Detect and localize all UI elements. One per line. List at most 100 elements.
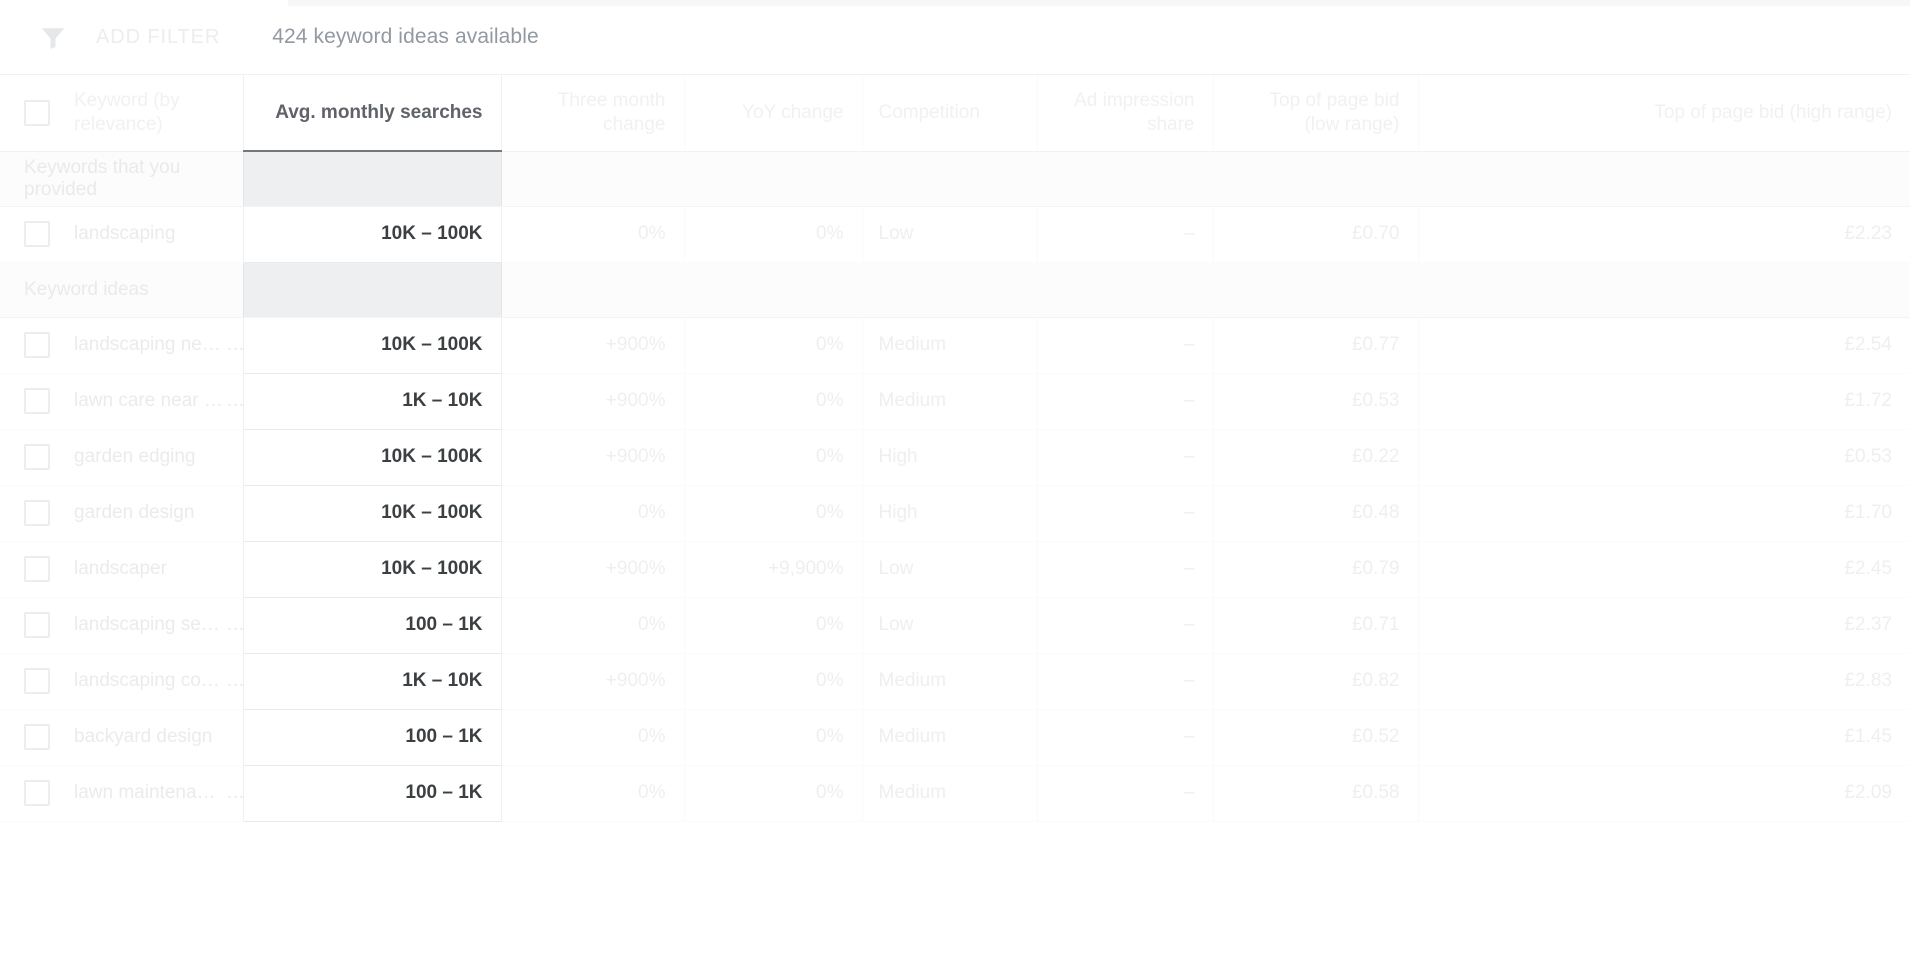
bid-high-range-cell: £1.72	[1418, 373, 1910, 429]
table-row[interactable]: landscaping service…100 – 1K0%0%Low–£0.7…	[0, 597, 1910, 653]
avg-monthly-searches-cell: 1K – 10K	[243, 373, 501, 429]
ad-impression-share-cell: –	[1037, 317, 1213, 373]
keyword-cell[interactable]: landscaping compa…	[0, 653, 243, 709]
competition-cell: Low	[862, 597, 1037, 653]
column-header-avg-label: Avg. monthly searches	[275, 102, 482, 123]
toolbar-top-strip	[288, 0, 1910, 6]
keyword-ideas-table: Keyword (by relevance) Avg. monthly sear…	[0, 75, 1910, 822]
table-header: Keyword (by relevance) Avg. monthly sear…	[0, 75, 1910, 151]
row-select-checkbox[interactable]	[24, 612, 50, 638]
column-header-ad-impression-share[interactable]: Ad impression share	[1037, 75, 1213, 151]
keyword-planner-screen: ADD FILTER 424 keyword ideas available K…	[0, 0, 1910, 971]
group-row-label: Keywords that you provided	[0, 151, 243, 206]
competition-cell: High	[862, 429, 1037, 485]
table-row[interactable]: landscaping compa…1K – 10K+900%0%Medium–…	[0, 653, 1910, 709]
column-header-bid-high-label: Top of page bid (high range)	[1654, 102, 1892, 123]
table-row[interactable]: landscaping near me10K – 100K+900%0%Medi…	[0, 317, 1910, 373]
group-row-spacer-cell	[1213, 151, 1418, 206]
bid-high-range-cell: £2.54	[1418, 317, 1910, 373]
bid-high-range-cell: £1.70	[1418, 485, 1910, 541]
table-row[interactable]: landscaping10K – 100K0%0%Low–£0.70£2.23	[0, 206, 1910, 262]
bid-low-range-cell: £0.79	[1213, 541, 1418, 597]
competition-cell: Medium	[862, 709, 1037, 765]
ad-impression-share-cell: –	[1037, 373, 1213, 429]
keyword-cell[interactable]: landscaping	[0, 206, 243, 262]
row-select-checkbox[interactable]	[24, 332, 50, 358]
group-row-spacer-cell	[1418, 262, 1910, 317]
row-select-checkbox[interactable]	[24, 556, 50, 582]
column-header-top-of-page-bid-low[interactable]: Top of page bid (low range)	[1213, 75, 1418, 151]
keyword-cell[interactable]: landscaping near me	[0, 317, 243, 373]
row-select-checkbox[interactable]	[24, 221, 50, 247]
three-month-change-cell: 0%	[501, 709, 684, 765]
row-select-checkbox[interactable]	[24, 444, 50, 470]
ad-impression-share-cell: –	[1037, 597, 1213, 653]
column-header-keyword[interactable]: Keyword (by relevance)	[0, 75, 243, 151]
bid-low-range-cell: £0.77	[1213, 317, 1418, 373]
keyword-cell[interactable]: garden design	[0, 485, 243, 541]
row-select-checkbox[interactable]	[24, 668, 50, 694]
ad-impression-share-cell: –	[1037, 429, 1213, 485]
bid-low-range-cell: £0.22	[1213, 429, 1418, 485]
keyword-table-container[interactable]: Keyword (by relevance) Avg. monthly sear…	[0, 75, 1910, 971]
row-select-checkbox[interactable]	[24, 388, 50, 414]
ad-impression-share-cell: –	[1037, 765, 1213, 821]
keyword-cell[interactable]: landscaping service…	[0, 597, 243, 653]
keyword-text: backyard design	[74, 726, 212, 748]
table-row[interactable]: garden edging10K – 100K+900%0%High–£0.22…	[0, 429, 1910, 485]
three-month-change-cell: +900%	[501, 317, 684, 373]
avg-monthly-searches-cell: 10K – 100K	[243, 317, 501, 373]
row-select-checkbox[interactable]	[24, 780, 50, 806]
column-header-three-month-change[interactable]: Three month change	[501, 75, 684, 151]
three-month-change-cell: +900%	[501, 541, 684, 597]
row-select-checkbox[interactable]	[24, 500, 50, 526]
filter-funnel-icon[interactable]	[36, 20, 70, 54]
table-row[interactable]: backyard design100 – 1K0%0%Medium–£0.52£…	[0, 709, 1910, 765]
yoy-change-cell: 0%	[684, 653, 862, 709]
competition-cell: Medium	[862, 317, 1037, 373]
three-month-change-cell: 0%	[501, 206, 684, 262]
column-header-yoy-change[interactable]: YoY change	[684, 75, 862, 151]
column-header-avg-monthly-searches[interactable]: Avg. monthly searches	[243, 75, 501, 151]
table-row[interactable]: lawn maintenance …100 – 1K0%0%Medium–£0.…	[0, 765, 1910, 821]
group-row-spacer-cell	[501, 151, 684, 206]
table-row[interactable]: landscaper10K – 100K+900%+9,900%Low–£0.7…	[0, 541, 1910, 597]
column-header-ais-label: Ad impression share	[1074, 90, 1194, 135]
column-header-top-of-page-bid-high[interactable]: Top of page bid (high range)	[1418, 75, 1910, 151]
group-row-spacer-cell	[501, 262, 684, 317]
keyword-cell[interactable]: landscaper	[0, 541, 243, 597]
bid-low-range-cell: £0.82	[1213, 653, 1418, 709]
column-header-yoy-label: YoY change	[742, 102, 843, 123]
bid-low-range-cell: £0.70	[1213, 206, 1418, 262]
competition-cell: Medium	[862, 765, 1037, 821]
avg-monthly-searches-cell: 100 – 1K	[243, 709, 501, 765]
yoy-change-cell: 0%	[684, 485, 862, 541]
competition-cell: Medium	[862, 373, 1037, 429]
keyword-text: lawn maintenance …	[74, 782, 226, 804]
avg-monthly-searches-cell: 10K – 100K	[243, 541, 501, 597]
bid-low-range-cell: £0.48	[1213, 485, 1418, 541]
three-month-change-cell: +900%	[501, 373, 684, 429]
add-filter-button[interactable]: ADD FILTER	[96, 26, 220, 49]
avg-monthly-searches-cell: 10K – 100K	[243, 429, 501, 485]
avg-monthly-searches-cell: 1K – 10K	[243, 653, 501, 709]
keyword-cell[interactable]: lawn maintenance …	[0, 765, 243, 821]
table-row[interactable]: garden design10K – 100K0%0%High–£0.48£1.…	[0, 485, 1910, 541]
row-select-checkbox[interactable]	[24, 724, 50, 750]
ad-impression-share-cell: –	[1037, 541, 1213, 597]
column-header-tmc-label: Three month change	[558, 90, 666, 135]
bid-low-range-cell: £0.71	[1213, 597, 1418, 653]
keyword-cell[interactable]: backyard design	[0, 709, 243, 765]
keyword-cell[interactable]: lawn care near me	[0, 373, 243, 429]
three-month-change-cell: 0%	[501, 597, 684, 653]
column-header-competition[interactable]: Competition	[862, 75, 1037, 151]
competition-cell: High	[862, 485, 1037, 541]
bid-high-range-cell: £0.53	[1418, 429, 1910, 485]
keyword-text: landscaping	[74, 223, 175, 245]
ad-impression-share-cell: –	[1037, 206, 1213, 262]
select-all-checkbox[interactable]	[24, 100, 50, 126]
ad-impression-share-cell: –	[1037, 485, 1213, 541]
ad-impression-share-cell: –	[1037, 653, 1213, 709]
table-row[interactable]: lawn care near me1K – 10K+900%0%Medium–£…	[0, 373, 1910, 429]
keyword-cell[interactable]: garden edging	[0, 429, 243, 485]
